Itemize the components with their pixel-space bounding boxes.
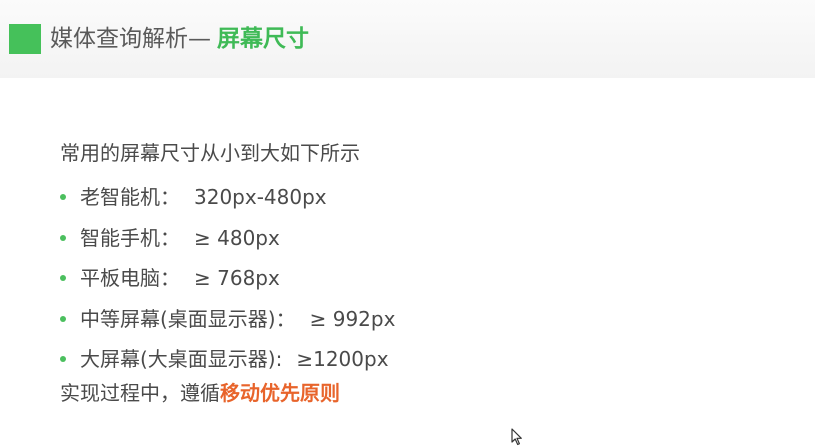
screen-size-list: 老智能机： 320px-480px 智能手机： ≥ 480px 平板电脑： ≥ 768… xyxy=(60,177,395,380)
intro-text: 常用的屏幕尺寸从小到大如下所示 xyxy=(60,141,360,165)
bullet-icon xyxy=(60,234,66,241)
slide-title: 媒体查询解析— 屏幕尺寸 xyxy=(50,22,309,56)
list-item: 中等屏幕(桌面显示器)： ≥ 992px xyxy=(60,299,395,340)
item-label: 中等屏幕(桌面显示器)： xyxy=(80,306,296,331)
item-label: 大屏幕(大桌面显示器): xyxy=(80,347,283,371)
bullet-icon xyxy=(60,194,66,200)
title-marker-icon xyxy=(9,24,41,54)
item-label: 平板电脑： xyxy=(80,266,180,290)
footer-note: 实现过程中，遵循移动优先原则 xyxy=(60,379,340,407)
list-item: 平板电脑： ≥ 768px xyxy=(60,258,395,299)
item-value: ≥ 480px xyxy=(194,225,280,250)
bullet-icon xyxy=(60,356,66,362)
footer-highlight: 移动优先原则 xyxy=(220,381,340,405)
title-highlight: 屏幕尺寸 xyxy=(217,26,309,52)
item-value: ≥1200px xyxy=(296,347,389,371)
slide: 媒体查询解析— 屏幕尺寸 常用的屏幕尺寸从小到大如下所示 老智能机： 320px-4… xyxy=(0,0,815,447)
title-bar: 媒体查询解析— 屏幕尺寸 xyxy=(0,0,815,78)
list-item: 老智能机： 320px-480px xyxy=(60,177,395,218)
list-item: 智能手机： ≥ 480px xyxy=(60,218,395,259)
item-label: 智能手机： xyxy=(80,225,180,250)
mouse-pointer-icon xyxy=(511,428,522,446)
item-value: 320px-480px xyxy=(194,185,327,209)
bullet-icon xyxy=(60,275,66,281)
list-item: 大屏幕(大桌面显示器): ≥1200px xyxy=(60,339,395,380)
title-prefix: 媒体查询解析— xyxy=(50,26,211,52)
bullet-icon xyxy=(60,315,66,322)
item-label: 老智能机： xyxy=(80,185,180,209)
item-value: ≥ 768px xyxy=(194,266,280,290)
item-value: ≥ 992px xyxy=(309,306,396,331)
footer-prefix: 实现过程中，遵循 xyxy=(60,381,220,405)
